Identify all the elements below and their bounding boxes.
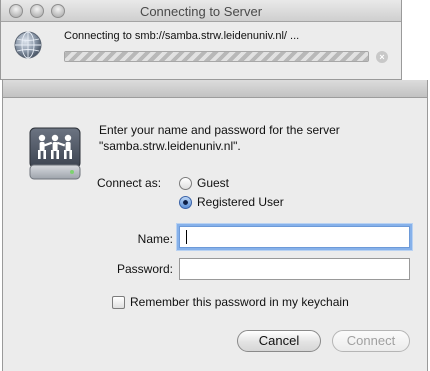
name-input[interactable]	[179, 226, 410, 248]
connection-status-text: Connecting to smb://samba.strw.leidenuni…	[64, 30, 300, 42]
remember-password-label[interactable]: Remember this password in my keychain	[130, 295, 349, 309]
connection-progress-bar	[64, 51, 369, 62]
guest-radio-label[interactable]: Guest	[197, 176, 229, 190]
stop-icon[interactable]: ×	[376, 51, 388, 63]
text-caret	[186, 230, 187, 244]
shared-server-icon	[29, 127, 81, 180]
guest-radio[interactable]	[179, 177, 192, 190]
name-label: Name:	[137, 232, 173, 246]
login-sheet: Enter your name and password for the ser…	[2, 80, 428, 371]
registered-user-radio[interactable]	[179, 196, 192, 209]
network-globe-icon	[14, 31, 42, 59]
password-label: Password:	[116, 262, 173, 276]
auth-prompt: Enter your name and password for the ser…	[99, 123, 340, 153]
title-bar[interactable]: Connecting to Server	[1, 0, 401, 22]
connect-as-label: Connect as:	[97, 176, 162, 190]
cancel-button[interactable]: Cancel	[237, 330, 321, 352]
progress-fill	[65, 52, 368, 61]
connecting-window: Connecting to Server Connecting to smb:/…	[0, 0, 402, 80]
registered-user-radio-label[interactable]: Registered User	[197, 195, 284, 209]
window-title: Connecting to Server	[139, 4, 263, 19]
sheet-header	[3, 80, 427, 98]
remember-password-checkbox[interactable]	[112, 296, 125, 309]
password-input[interactable]	[179, 258, 410, 280]
connect-button[interactable]: Connect	[332, 330, 410, 352]
